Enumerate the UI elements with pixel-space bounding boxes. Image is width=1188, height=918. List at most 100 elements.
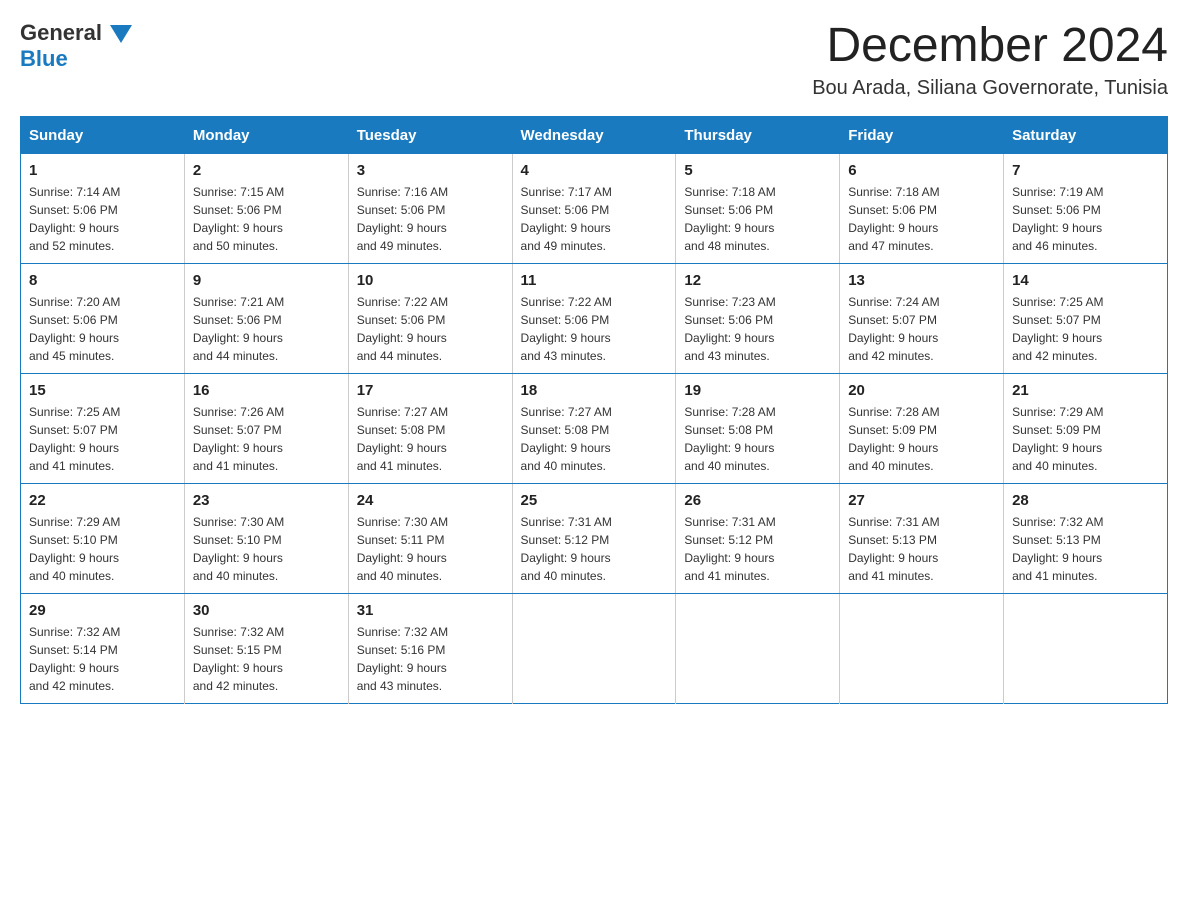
day-number: 22 [29, 492, 176, 509]
calendar-week-1: 1 Sunrise: 7:14 AMSunset: 5:06 PMDayligh… [21, 154, 1168, 264]
day-detail: Sunrise: 7:25 AMSunset: 5:07 PMDaylight:… [29, 405, 120, 473]
day-detail: Sunrise: 7:24 AMSunset: 5:07 PMDaylight:… [848, 295, 939, 363]
logo-general-text: General [20, 20, 132, 45]
location-title: Bou Arada, Siliana Governorate, Tunisia [812, 77, 1168, 100]
calendar-cell: 9 Sunrise: 7:21 AMSunset: 5:06 PMDayligh… [184, 263, 348, 373]
day-number: 11 [521, 272, 668, 289]
calendar-cell: 30 Sunrise: 7:32 AMSunset: 5:15 PMDaylig… [184, 593, 348, 703]
calendar-cell: 18 Sunrise: 7:27 AMSunset: 5:08 PMDaylig… [512, 373, 676, 483]
day-number: 4 [521, 162, 668, 179]
calendar-cell: 4 Sunrise: 7:17 AMSunset: 5:06 PMDayligh… [512, 154, 676, 264]
calendar-cell [840, 593, 1004, 703]
calendar-body: 1 Sunrise: 7:14 AMSunset: 5:06 PMDayligh… [21, 154, 1168, 704]
col-tuesday: Tuesday [348, 116, 512, 154]
day-number: 8 [29, 272, 176, 289]
col-monday: Monday [184, 116, 348, 154]
day-detail: Sunrise: 7:17 AMSunset: 5:06 PMDaylight:… [521, 185, 612, 253]
day-number: 30 [193, 602, 340, 619]
day-number: 26 [684, 492, 831, 509]
day-detail: Sunrise: 7:14 AMSunset: 5:06 PMDaylight:… [29, 185, 120, 253]
calendar-cell: 12 Sunrise: 7:23 AMSunset: 5:06 PMDaylig… [676, 263, 840, 373]
calendar-cell: 2 Sunrise: 7:15 AMSunset: 5:06 PMDayligh… [184, 154, 348, 264]
calendar-header: Sunday Monday Tuesday Wednesday Thursday… [21, 116, 1168, 154]
day-detail: Sunrise: 7:16 AMSunset: 5:06 PMDaylight:… [357, 185, 448, 253]
calendar-week-4: 22 Sunrise: 7:29 AMSunset: 5:10 PMDaylig… [21, 483, 1168, 593]
col-wednesday: Wednesday [512, 116, 676, 154]
day-number: 29 [29, 602, 176, 619]
calendar-week-5: 29 Sunrise: 7:32 AMSunset: 5:14 PMDaylig… [21, 593, 1168, 703]
day-number: 20 [848, 382, 995, 399]
day-number: 17 [357, 382, 504, 399]
calendar-cell: 17 Sunrise: 7:27 AMSunset: 5:08 PMDaylig… [348, 373, 512, 483]
day-number: 5 [684, 162, 831, 179]
day-detail: Sunrise: 7:20 AMSunset: 5:06 PMDaylight:… [29, 295, 120, 363]
calendar-cell: 25 Sunrise: 7:31 AMSunset: 5:12 PMDaylig… [512, 483, 676, 593]
day-detail: Sunrise: 7:30 AMSunset: 5:11 PMDaylight:… [357, 515, 448, 583]
calendar-cell: 23 Sunrise: 7:30 AMSunset: 5:10 PMDaylig… [184, 483, 348, 593]
calendar-cell: 7 Sunrise: 7:19 AMSunset: 5:06 PMDayligh… [1004, 154, 1168, 264]
logo-triangle-icon [110, 25, 132, 43]
calendar-cell [1004, 593, 1168, 703]
col-thursday: Thursday [676, 116, 840, 154]
day-number: 19 [684, 382, 831, 399]
day-detail: Sunrise: 7:22 AMSunset: 5:06 PMDaylight:… [521, 295, 612, 363]
day-number: 31 [357, 602, 504, 619]
day-number: 27 [848, 492, 995, 509]
calendar-cell: 8 Sunrise: 7:20 AMSunset: 5:06 PMDayligh… [21, 263, 185, 373]
day-detail: Sunrise: 7:21 AMSunset: 5:06 PMDaylight:… [193, 295, 284, 363]
day-detail: Sunrise: 7:31 AMSunset: 5:12 PMDaylight:… [521, 515, 612, 583]
day-detail: Sunrise: 7:32 AMSunset: 5:13 PMDaylight:… [1012, 515, 1103, 583]
month-title: December 2024 [812, 20, 1168, 73]
calendar-cell: 16 Sunrise: 7:26 AMSunset: 5:07 PMDaylig… [184, 373, 348, 483]
day-detail: Sunrise: 7:25 AMSunset: 5:07 PMDaylight:… [1012, 295, 1103, 363]
calendar-cell: 10 Sunrise: 7:22 AMSunset: 5:06 PMDaylig… [348, 263, 512, 373]
day-number: 25 [521, 492, 668, 509]
calendar-cell: 29 Sunrise: 7:32 AMSunset: 5:14 PMDaylig… [21, 593, 185, 703]
day-number: 7 [1012, 162, 1159, 179]
day-detail: Sunrise: 7:32 AMSunset: 5:14 PMDaylight:… [29, 625, 120, 693]
day-number: 12 [684, 272, 831, 289]
calendar-cell [512, 593, 676, 703]
day-detail: Sunrise: 7:32 AMSunset: 5:16 PMDaylight:… [357, 625, 448, 693]
calendar-cell: 11 Sunrise: 7:22 AMSunset: 5:06 PMDaylig… [512, 263, 676, 373]
day-number: 6 [848, 162, 995, 179]
day-number: 16 [193, 382, 340, 399]
day-number: 3 [357, 162, 504, 179]
day-number: 24 [357, 492, 504, 509]
calendar-week-2: 8 Sunrise: 7:20 AMSunset: 5:06 PMDayligh… [21, 263, 1168, 373]
title-block: December 2024 Bou Arada, Siliana Governo… [812, 20, 1168, 100]
day-detail: Sunrise: 7:27 AMSunset: 5:08 PMDaylight:… [521, 405, 612, 473]
logo-icon: General Blue [20, 20, 132, 72]
logo: General Blue [20, 20, 132, 72]
day-detail: Sunrise: 7:18 AMSunset: 5:06 PMDaylight:… [848, 185, 939, 253]
calendar-cell: 27 Sunrise: 7:31 AMSunset: 5:13 PMDaylig… [840, 483, 1004, 593]
day-detail: Sunrise: 7:29 AMSunset: 5:10 PMDaylight:… [29, 515, 120, 583]
day-detail: Sunrise: 7:19 AMSunset: 5:06 PMDaylight:… [1012, 185, 1103, 253]
day-detail: Sunrise: 7:29 AMSunset: 5:09 PMDaylight:… [1012, 405, 1103, 473]
day-detail: Sunrise: 7:22 AMSunset: 5:06 PMDaylight:… [357, 295, 448, 363]
calendar-cell: 1 Sunrise: 7:14 AMSunset: 5:06 PMDayligh… [21, 154, 185, 264]
col-friday: Friday [840, 116, 1004, 154]
logo-blue-text: Blue [20, 46, 68, 71]
calendar-cell: 6 Sunrise: 7:18 AMSunset: 5:06 PMDayligh… [840, 154, 1004, 264]
day-number: 14 [1012, 272, 1159, 289]
day-detail: Sunrise: 7:23 AMSunset: 5:06 PMDaylight:… [684, 295, 775, 363]
day-number: 21 [1012, 382, 1159, 399]
day-detail: Sunrise: 7:27 AMSunset: 5:08 PMDaylight:… [357, 405, 448, 473]
calendar-cell: 26 Sunrise: 7:31 AMSunset: 5:12 PMDaylig… [676, 483, 840, 593]
calendar-cell: 13 Sunrise: 7:24 AMSunset: 5:07 PMDaylig… [840, 263, 1004, 373]
day-number: 15 [29, 382, 176, 399]
col-sunday: Sunday [21, 116, 185, 154]
day-number: 2 [193, 162, 340, 179]
calendar-cell: 21 Sunrise: 7:29 AMSunset: 5:09 PMDaylig… [1004, 373, 1168, 483]
day-number: 28 [1012, 492, 1159, 509]
calendar-cell: 15 Sunrise: 7:25 AMSunset: 5:07 PMDaylig… [21, 373, 185, 483]
day-number: 23 [193, 492, 340, 509]
calendar-cell [676, 593, 840, 703]
calendar-cell: 22 Sunrise: 7:29 AMSunset: 5:10 PMDaylig… [21, 483, 185, 593]
calendar-cell: 19 Sunrise: 7:28 AMSunset: 5:08 PMDaylig… [676, 373, 840, 483]
calendar-week-3: 15 Sunrise: 7:25 AMSunset: 5:07 PMDaylig… [21, 373, 1168, 483]
day-number: 13 [848, 272, 995, 289]
calendar-table: Sunday Monday Tuesday Wednesday Thursday… [20, 116, 1168, 704]
calendar-cell: 3 Sunrise: 7:16 AMSunset: 5:06 PMDayligh… [348, 154, 512, 264]
